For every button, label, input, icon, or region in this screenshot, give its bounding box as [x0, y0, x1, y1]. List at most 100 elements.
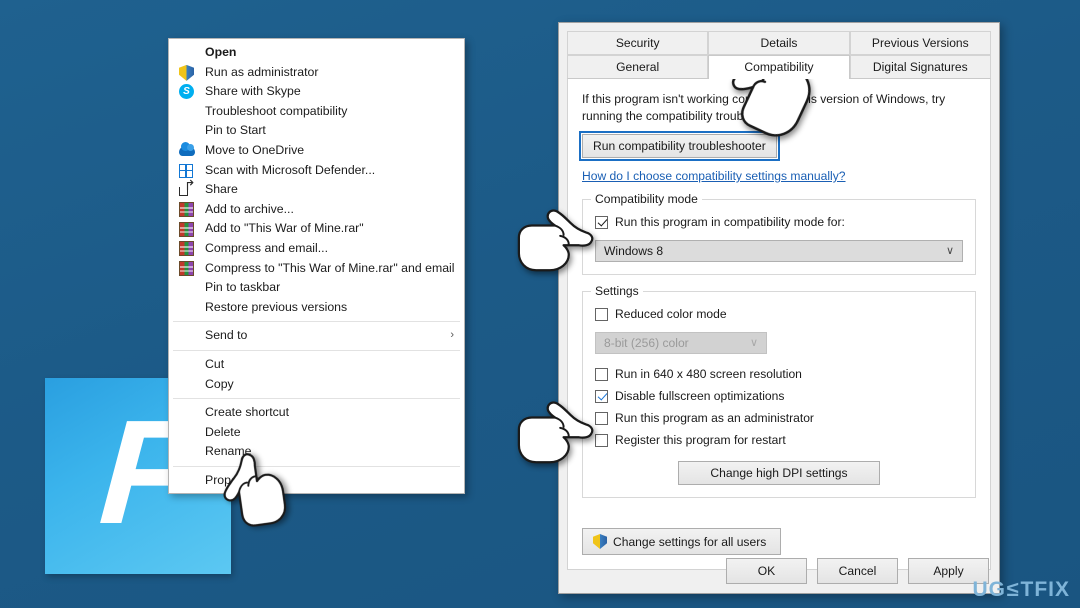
menu-item-label: Add to archive...: [205, 201, 294, 216]
chevron-down-icon: ∨: [749, 337, 758, 349]
menu-item-move-to-onedrive[interactable]: Move to OneDrive: [169, 141, 464, 161]
compatibility-mode-legend: Compatibility mode: [591, 192, 702, 206]
watermark-prefix: UG: [972, 578, 1006, 601]
tab-strip: Security Details Previous Versions Gener…: [559, 23, 999, 79]
ok-button[interactable]: OK: [726, 558, 807, 584]
menu-item-create-shortcut[interactable]: Create shortcut: [169, 403, 464, 423]
menu-item-icon-placeholder: [179, 279, 196, 296]
properties-dialog: Security Details Previous Versions Gener…: [558, 22, 1000, 594]
menu-item-label: Copy: [205, 376, 234, 391]
change-settings-for-all-users-button[interactable]: Change settings for all users: [582, 528, 782, 555]
menu-item-label: Pin to taskbar: [205, 280, 281, 295]
menu-item-share-with-skype[interactable]: S Share with Skype: [169, 82, 464, 102]
menu-item-icon-placeholder: [179, 404, 196, 421]
winrar-icon: [179, 260, 196, 277]
menu-item-cut[interactable]: Cut: [169, 355, 464, 375]
menu-item-compress-and-email[interactable]: Compress and email...: [169, 239, 464, 259]
run-as-administrator-row[interactable]: Run this program as an administrator: [595, 408, 963, 428]
menu-item-run-as-administrator[interactable]: Run as administrator: [169, 63, 464, 83]
register-restart-row[interactable]: Register this program for restart: [595, 430, 963, 450]
menu-item-pin-to-start[interactable]: Pin to Start: [169, 121, 464, 141]
reduced-color-mode-row[interactable]: Reduced color mode: [595, 304, 963, 324]
compatibility-mode-checkbox[interactable]: [595, 215, 608, 229]
menu-item-label: Delete: [205, 424, 241, 439]
tab-digital-signatures[interactable]: Digital Signatures: [849, 55, 991, 78]
reduced-color-mode-checkbox[interactable]: [595, 307, 608, 321]
compatibility-mode-checkbox-row[interactable]: Run this program in compatibility mode f…: [595, 212, 963, 232]
menu-item-label: Share: [205, 182, 238, 197]
uac-shield-icon: [179, 64, 196, 81]
run-as-administrator-checkbox[interactable]: [595, 411, 608, 425]
site-watermark: UG ≤ TFIX: [972, 578, 1070, 602]
reduced-color-mode-label: Reduced color mode: [615, 307, 727, 321]
skype-icon: S: [179, 83, 196, 100]
menu-item-icon-placeholder: [179, 299, 196, 316]
change-high-dpi-settings-button[interactable]: Change high DPI settings: [678, 461, 880, 485]
watermark-suffix: TFIX: [1020, 578, 1070, 601]
compatibility-tab-pane: If this program isn't working correctly …: [567, 78, 991, 570]
menu-item-label: Properties: [205, 472, 262, 487]
winrar-icon: [179, 240, 196, 257]
disable-fullscreen-checkbox[interactable]: [595, 389, 608, 403]
menu-item-label: Compress and email...: [205, 240, 329, 255]
tab-general[interactable]: General: [567, 55, 709, 78]
low-resolution-label: Run in 640 x 480 screen resolution: [615, 367, 802, 381]
menu-item-compress-to-this-war-of-mine-rar-and-email[interactable]: Compress to "This War of Mine.rar" and e…: [169, 259, 464, 279]
low-resolution-checkbox[interactable]: [595, 367, 608, 381]
register-restart-checkbox[interactable]: [595, 433, 608, 447]
menu-item-open[interactable]: Open: [169, 43, 464, 63]
choose-settings-manually-link[interactable]: How do I choose compatibility settings m…: [582, 169, 846, 183]
menu-item-delete[interactable]: Delete: [169, 423, 464, 443]
disable-fullscreen-label: Disable fullscreen optimizations: [615, 389, 785, 403]
menu-item-icon-placeholder: [179, 103, 196, 120]
run-compatibility-troubleshooter-button[interactable]: Run compatibility troubleshooter: [579, 131, 780, 161]
compatibility-os-value: Windows 8: [604, 244, 664, 258]
defender-icon: [179, 162, 196, 179]
chevron-down-icon: ∨: [945, 245, 954, 257]
compatibility-mode-checkbox-label: Run this program in compatibility mode f…: [615, 215, 845, 229]
menu-item-icon-placeholder: [179, 444, 196, 461]
onedrive-cloud-icon-glyph: [179, 142, 195, 157]
chevron-right-icon: ›: [450, 329, 454, 342]
menu-item-rename[interactable]: Rename: [169, 442, 464, 462]
menu-item-properties[interactable]: Properties: [169, 471, 464, 491]
menu-item-send-to[interactable]: Send to ›: [169, 326, 464, 346]
menu-item-copy[interactable]: Copy: [169, 375, 464, 395]
winrar-icon-glyph: [179, 260, 194, 276]
disable-fullscreen-row[interactable]: Disable fullscreen optimizations: [595, 386, 963, 406]
tab-security[interactable]: Security: [567, 31, 709, 55]
intro-text: If this program isn't working correctly …: [582, 92, 946, 123]
watermark-e-glyph: ≤: [1006, 578, 1020, 601]
onedrive-cloud-icon: [179, 142, 196, 159]
compatibility-os-dropdown[interactable]: Windows 8 ∨: [595, 240, 963, 262]
tab-previous-versions[interactable]: Previous Versions: [849, 31, 991, 55]
cancel-button[interactable]: Cancel: [817, 558, 898, 584]
compatibility-mode-group: Compatibility mode Run this program in c…: [582, 192, 976, 275]
tab-details[interactable]: Details: [708, 31, 850, 55]
menu-item-label: Rename: [205, 444, 252, 459]
menu-item-icon-placeholder: [179, 472, 196, 489]
menu-item-share[interactable]: Share: [169, 178, 464, 200]
context-menu[interactable]: Open Run as administrator S Share with Skyp…: [168, 38, 465, 495]
menu-item-scan-with-microsoft-defender[interactable]: Scan with Microsoft Defender...: [169, 161, 464, 181]
color-depth-dropdown: 8-bit (256) color ∨: [595, 332, 767, 354]
menu-item-icon-placeholder: [179, 424, 196, 441]
winrar-icon: [179, 201, 196, 218]
settings-legend: Settings: [591, 284, 643, 298]
menu-item-restore-previous-versions[interactable]: Restore previous versions: [169, 298, 464, 318]
dialog-footer: OK Cancel Apply: [726, 558, 989, 584]
menu-item-icon-placeholder: [179, 328, 196, 345]
menu-item-pin-to-taskbar[interactable]: Pin to taskbar: [169, 278, 464, 298]
menu-item-label: Create shortcut: [205, 405, 290, 420]
menu-item-add-to-archive[interactable]: Add to archive...: [169, 200, 464, 220]
winrar-icon-glyph: [179, 221, 194, 237]
tab-compatibility[interactable]: Compatibility: [708, 55, 850, 79]
menu-item-add-to-this-war-of-mine-rar[interactable]: Add to "This War of Mine.rar": [169, 219, 464, 239]
menu-item-label: Add to "This War of Mine.rar": [205, 221, 364, 236]
menu-item-troubleshoot-compatibility[interactable]: Troubleshoot compatibility: [169, 102, 464, 122]
menu-item-label: Pin to Start: [205, 123, 266, 138]
menu-item-label: Send to: [205, 328, 248, 343]
low-resolution-row[interactable]: Run in 640 x 480 screen resolution: [595, 364, 963, 384]
menu-item-icon-placeholder: [179, 376, 196, 393]
menu-item-label: Restore previous versions: [205, 299, 348, 314]
